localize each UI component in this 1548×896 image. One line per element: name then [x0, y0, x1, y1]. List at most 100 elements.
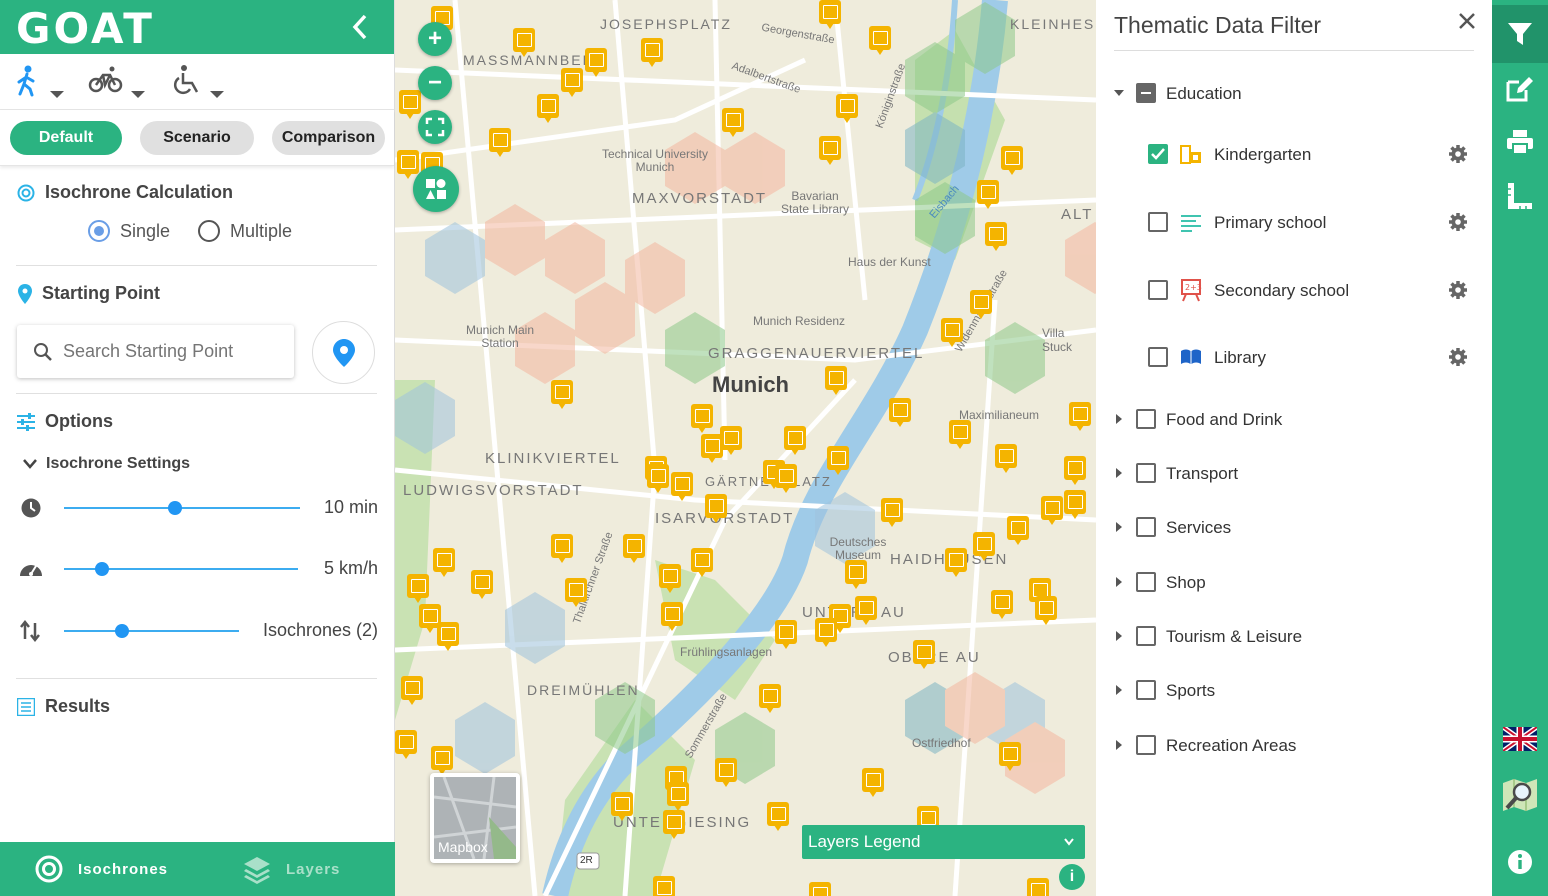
kindergarten-marker[interactable]	[561, 68, 583, 97]
kindergarten-marker[interactable]	[819, 0, 841, 29]
kindergarten-marker[interactable]	[1069, 402, 1091, 431]
kindergarten-marker[interactable]	[973, 532, 995, 561]
kindergarten-marker[interactable]	[784, 426, 806, 455]
kindergarten-marker[interactable]	[862, 768, 884, 797]
primary-school-checkbox[interactable]	[1148, 212, 1168, 232]
caret-right-icon[interactable]	[1114, 685, 1124, 695]
kindergarten-marker[interactable]	[437, 622, 459, 651]
caret-right-icon[interactable]	[1114, 740, 1124, 750]
group-recreation-areas-checkbox[interactable]	[1136, 735, 1156, 755]
print-tool-button[interactable]	[1492, 113, 1548, 171]
map-view[interactable]: JOSEPHSPLATZ MASSMANNBERG KLEINHESSELOHE…	[395, 0, 1096, 896]
kindergarten-marker[interactable]	[471, 570, 493, 599]
map-info-button[interactable]: i	[1059, 864, 1085, 890]
kindergarten-marker[interactable]	[1035, 596, 1057, 625]
kindergarten-marker[interactable]	[720, 426, 742, 455]
pick-location-button[interactable]	[312, 321, 375, 384]
kindergarten-marker[interactable]	[395, 730, 417, 759]
time-slider-track[interactable]	[64, 507, 300, 509]
kindergarten-marker[interactable]	[513, 28, 535, 57]
kindergarten-marker[interactable]	[1064, 456, 1086, 485]
info-button[interactable]	[1492, 833, 1548, 891]
kindergarten-marker[interactable]	[1001, 146, 1023, 175]
kindergarten-marker[interactable]	[995, 444, 1017, 473]
kindergarten-marker[interactable]	[407, 574, 429, 603]
fullscreen-button[interactable]	[418, 110, 452, 144]
kindergarten-marker[interactable]	[489, 128, 511, 157]
kindergarten-marker[interactable]	[659, 564, 681, 593]
poi-picker-button[interactable]	[413, 166, 459, 212]
kindergarten-marker[interactable]	[827, 446, 849, 475]
kindergarten-marker[interactable]	[537, 94, 559, 123]
tab-default[interactable]: Default	[10, 121, 122, 155]
kindergarten-marker[interactable]	[869, 26, 891, 55]
kindergarten-marker[interactable]	[705, 494, 727, 523]
kindergarten-marker[interactable]	[715, 758, 737, 787]
gear-icon[interactable]	[1448, 212, 1468, 232]
kindergarten-marker[interactable]	[945, 548, 967, 577]
basemap-switcher[interactable]: Mapbox	[430, 773, 520, 863]
group-services-checkbox[interactable]	[1136, 517, 1156, 537]
kindergarten-marker[interactable]	[671, 472, 693, 501]
kindergarten-checkbox[interactable]	[1148, 144, 1168, 164]
group-sports-checkbox[interactable]	[1136, 680, 1156, 700]
bicycle-mode-button[interactable]	[88, 64, 148, 104]
gear-icon[interactable]	[1448, 280, 1468, 300]
kindergarten-marker[interactable]	[399, 90, 421, 119]
search-input[interactable]	[63, 341, 263, 362]
collapse-panel-button[interactable]	[348, 10, 372, 44]
kindergarten-marker[interactable]	[985, 222, 1007, 251]
kindergarten-marker[interactable]	[691, 404, 713, 433]
caret-right-icon[interactable]	[1114, 414, 1124, 424]
kindergarten-marker[interactable]	[775, 620, 797, 649]
zoom-out-button[interactable]: −	[418, 66, 452, 100]
kindergarten-marker[interactable]	[431, 746, 453, 775]
isochrones-slider-track[interactable]	[64, 630, 239, 632]
kindergarten-marker[interactable]	[977, 180, 999, 209]
kindergarten-marker[interactable]	[881, 498, 903, 527]
kindergarten-marker[interactable]	[889, 398, 911, 427]
kindergarten-marker[interactable]	[949, 420, 971, 449]
kindergarten-marker[interactable]	[1064, 490, 1086, 519]
map-search-button[interactable]	[1492, 766, 1548, 824]
kindergarten-marker[interactable]	[941, 318, 963, 347]
layers-legend-button[interactable]: Layers Legend	[802, 825, 1085, 859]
starting-point-search[interactable]	[17, 325, 294, 378]
nav-layers[interactable]: Layers	[242, 842, 340, 896]
results-header[interactable]: Results	[17, 696, 110, 717]
kindergarten-marker[interactable]	[836, 94, 858, 123]
kindergarten-marker[interactable]	[991, 590, 1013, 619]
kindergarten-marker[interactable]	[397, 150, 419, 179]
kindergarten-marker[interactable]	[855, 596, 877, 625]
kindergarten-marker[interactable]	[767, 802, 789, 831]
caret-right-icon[interactable]	[1114, 522, 1124, 532]
kindergarten-marker[interactable]	[667, 782, 689, 811]
kindergarten-marker[interactable]	[641, 38, 663, 67]
filter-tool-button[interactable]	[1492, 5, 1548, 63]
isochrone-settings-toggle[interactable]: Isochrone Settings	[22, 455, 190, 473]
kindergarten-marker[interactable]	[701, 434, 723, 463]
close-filter-button[interactable]	[1456, 10, 1478, 32]
kindergarten-marker[interactable]	[819, 136, 841, 165]
kindergarten-marker[interactable]	[623, 534, 645, 563]
kindergarten-marker[interactable]	[999, 742, 1021, 771]
walking-mode-button[interactable]	[14, 64, 70, 104]
group-education-checkbox[interactable]	[1136, 83, 1156, 103]
kindergarten-marker[interactable]	[691, 548, 713, 577]
group-shop-checkbox[interactable]	[1136, 572, 1156, 592]
kindergarten-marker[interactable]	[913, 640, 935, 669]
caret-down-icon[interactable]	[1114, 88, 1124, 98]
kindergarten-marker[interactable]	[825, 366, 847, 395]
kindergarten-marker[interactable]	[653, 876, 675, 896]
kindergarten-marker[interactable]	[775, 464, 797, 493]
measure-tool-button[interactable]	[1492, 167, 1548, 225]
kindergarten-marker[interactable]	[565, 578, 587, 607]
caret-right-icon[interactable]	[1114, 631, 1124, 641]
kindergarten-marker[interactable]	[611, 792, 633, 821]
speed-slider-thumb[interactable]	[95, 562, 109, 576]
kindergarten-marker[interactable]	[970, 290, 992, 319]
radio-multiple[interactable]: Multiple	[198, 220, 292, 242]
kindergarten-marker[interactable]	[759, 684, 781, 713]
time-slider-thumb[interactable]	[168, 501, 182, 515]
caret-right-icon[interactable]	[1114, 577, 1124, 587]
